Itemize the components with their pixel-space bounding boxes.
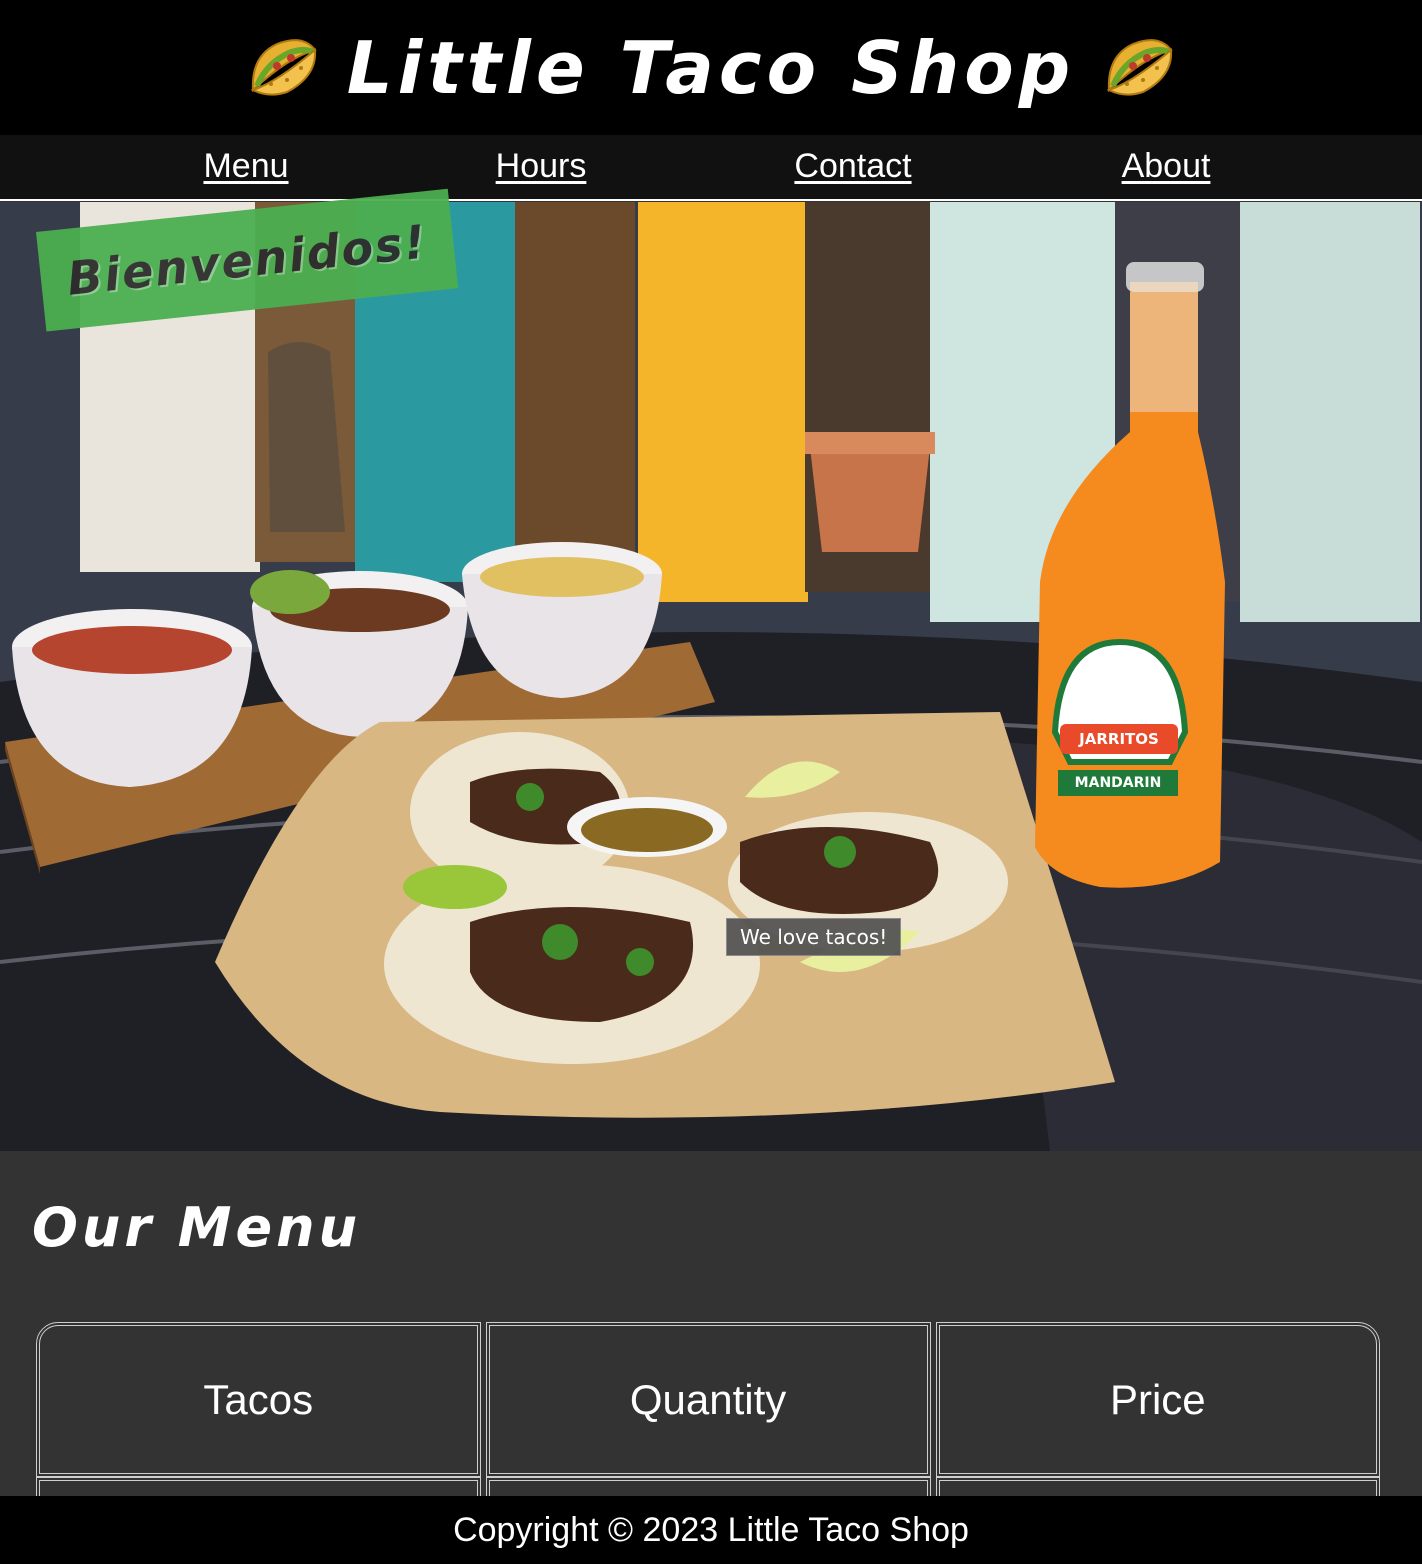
taco-icon	[247, 36, 319, 100]
column-header-price: Price	[935, 1322, 1380, 1477]
nav-link-menu[interactable]: Menu	[203, 147, 288, 186]
hero-caption: We love tacos!	[726, 918, 902, 956]
menu-table-header-row: Tacos Quantity Price	[36, 1322, 1380, 1477]
nav-link-hours[interactable]: Hours	[496, 147, 587, 186]
welcome-banner-text: Bienvenidos!	[64, 214, 430, 306]
copyright-text: Copyright © 2023 Little Taco Shop	[453, 1510, 969, 1549]
site-footer: Copyright © 2023 Little Taco Shop	[0, 1496, 1422, 1564]
taco-icon	[1103, 36, 1175, 100]
hero-image: JARRITOS MANDARIN	[0, 202, 1422, 1151]
bottle-label-flavor: MANDARIN	[1074, 775, 1162, 791]
hero-illustration	[0, 202, 1422, 1151]
bottle-label-brand: JARRITOS	[1079, 730, 1159, 748]
site-title-text: Little Taco Shop	[346, 25, 1076, 110]
column-header-tacos: Tacos	[36, 1322, 481, 1477]
menu-heading: Our Menu	[32, 1196, 362, 1259]
main-nav: Menu Hours Contact About	[0, 135, 1422, 201]
nav-link-contact[interactable]: Contact	[794, 147, 911, 186]
column-header-quantity: Quantity	[485, 1322, 931, 1477]
site-header: Little Taco Shop	[0, 0, 1422, 135]
nav-link-about[interactable]: About	[1122, 147, 1211, 186]
menu-table: Tacos Quantity Price	[31, 1322, 1385, 1517]
site-title: Little Taco Shop	[247, 32, 1175, 104]
